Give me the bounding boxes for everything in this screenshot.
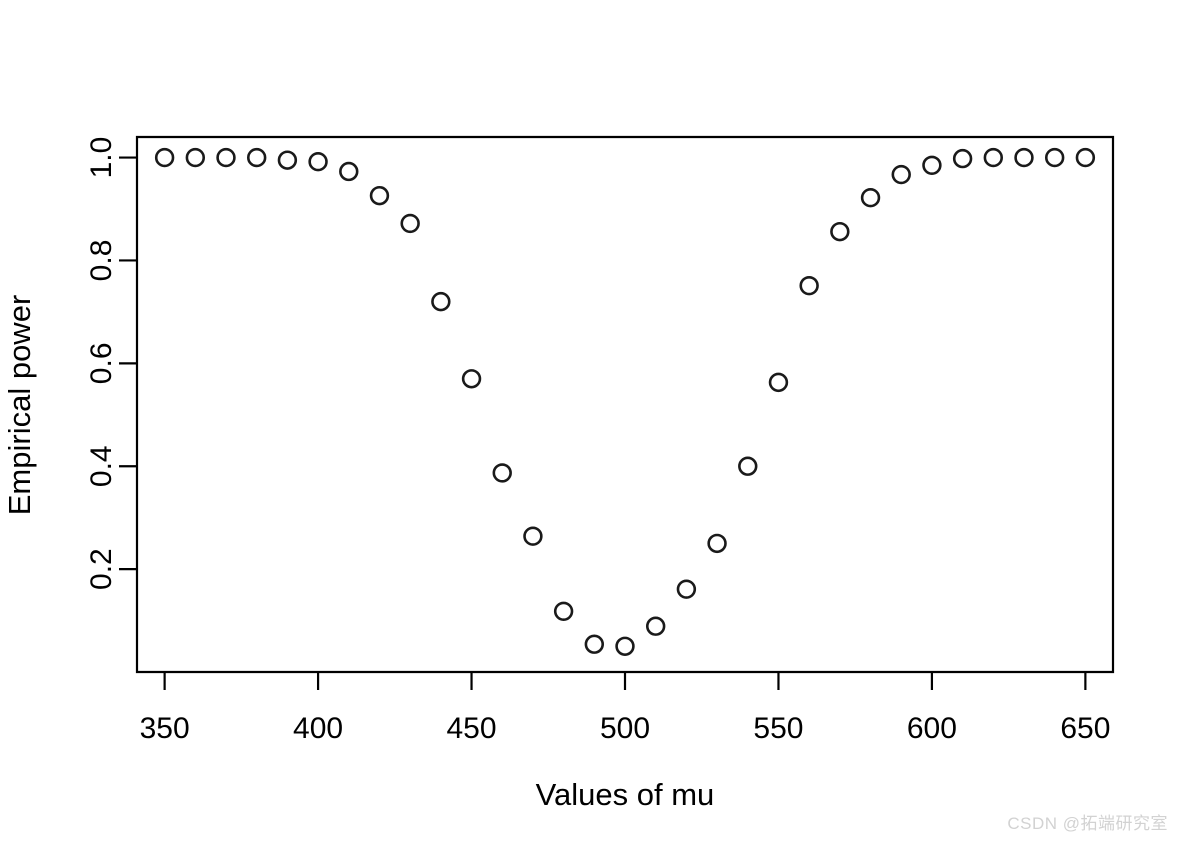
- data-point: [431, 291, 451, 312]
- y-tick-label: 0.2: [85, 548, 118, 590]
- y-tick-label: 1.0: [85, 137, 118, 179]
- y-tick-label: 0.4: [85, 445, 118, 487]
- data-point: [553, 601, 574, 621]
- data-point: [154, 147, 175, 168]
- y-axis-ticks: [119, 156, 137, 571]
- y-tick-label: 0.8: [85, 240, 118, 282]
- y-axis-tick-labels: 0.2 0.4 0.6 0.8 1.0: [85, 137, 118, 590]
- x-tick-label: 600: [907, 712, 957, 745]
- data-point: [185, 147, 206, 168]
- data-point: [952, 148, 973, 169]
- x-tick-label: 400: [293, 712, 343, 745]
- data-point: [799, 275, 819, 296]
- x-tick-label: 350: [140, 712, 190, 745]
- data-point: [891, 164, 911, 185]
- data-point: [369, 185, 390, 206]
- plot-figure: 350 400 450 500 550 600 650 0.2 0.4 0.6 0.8 1.0 Va…: [0, 0, 1184, 846]
- data-point: [768, 372, 789, 393]
- data-point: [1075, 147, 1096, 168]
- data-point: [707, 533, 727, 554]
- data-point: [523, 526, 543, 546]
- data-point: [983, 147, 1004, 168]
- data-point-series: [154, 147, 1096, 656]
- y-tick-label: 0.6: [85, 342, 118, 384]
- x-tick-label: 450: [447, 712, 497, 745]
- data-point: [308, 151, 328, 172]
- x-axis-tick-labels: 350 400 450 500 550 600 650: [140, 712, 1111, 745]
- data-point: [277, 150, 298, 170]
- data-point: [461, 369, 482, 389]
- x-tick-label: 500: [600, 712, 650, 745]
- x-tick-label: 550: [753, 712, 803, 745]
- data-point: [645, 616, 666, 636]
- data-point: [1014, 147, 1034, 168]
- plot-box-frame: [135, 135, 1115, 674]
- data-point: [246, 147, 267, 168]
- scatter-plot-canvas: 350 400 450 500 550 600 650 0.2 0.4 0.6 0.8 1.0 Va…: [2, 135, 1115, 812]
- axes-group: [119, 135, 1115, 690]
- y-axis-title: Empirical power: [2, 295, 37, 516]
- data-point: [615, 636, 635, 656]
- x-tick-label: 650: [1060, 712, 1110, 745]
- data-point: [860, 188, 881, 208]
- data-point: [830, 221, 850, 242]
- data-point: [339, 161, 359, 182]
- x-axis-title: Values of mu: [536, 777, 715, 812]
- data-point: [676, 579, 697, 599]
- data-point: [492, 463, 512, 483]
- data-point: [216, 147, 236, 168]
- data-point: [738, 456, 758, 476]
- csdn-watermark: CSDN @拓端研究室: [1007, 814, 1168, 833]
- data-point: [922, 155, 942, 175]
- data-point: [1044, 147, 1065, 168]
- data-point: [584, 634, 605, 654]
- x-axis-ticks: [163, 672, 1087, 690]
- data-point: [400, 213, 420, 234]
